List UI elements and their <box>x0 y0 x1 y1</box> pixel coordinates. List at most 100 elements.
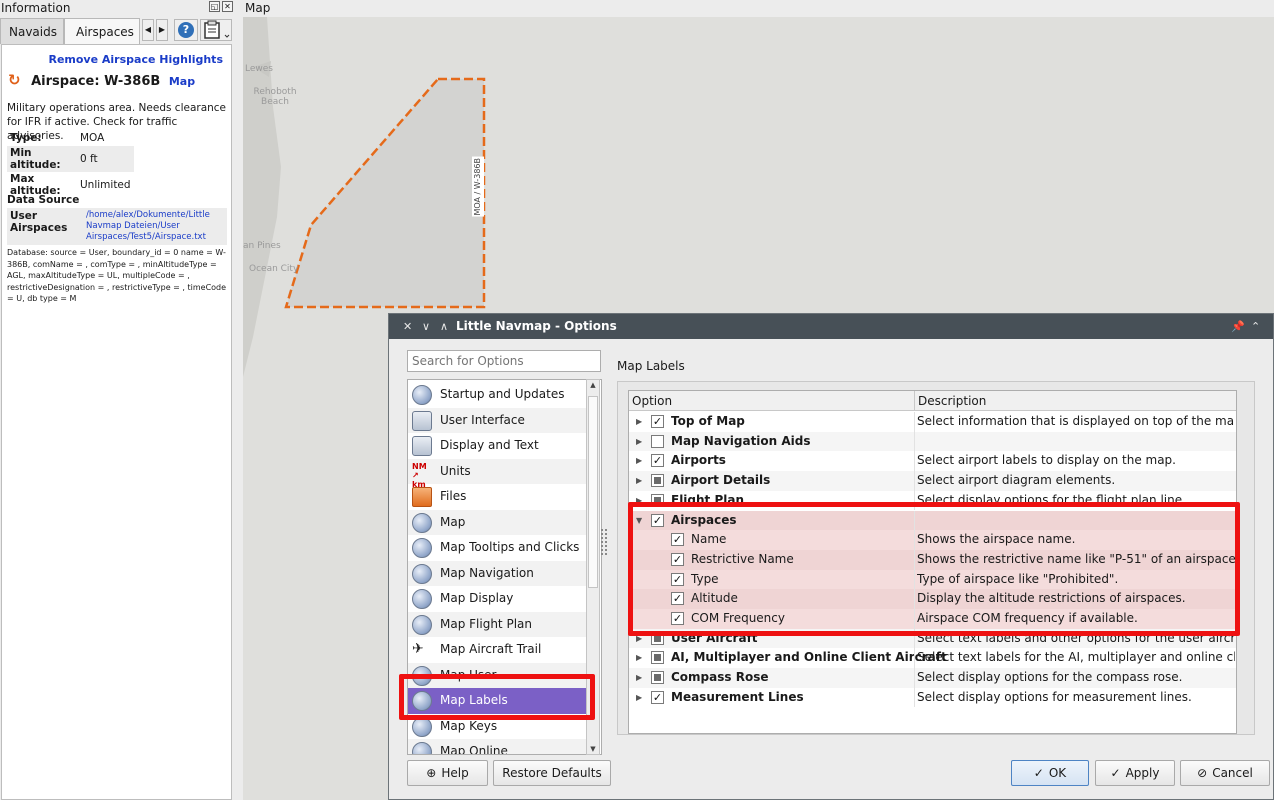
tab-navaids[interactable]: Navaids <box>0 18 64 44</box>
aircraft-trail-icon: ✈ <box>412 641 424 657</box>
column-divider <box>914 668 915 688</box>
nav-item-startup[interactable]: Startup and Updates <box>408 382 586 408</box>
document-icon <box>412 436 432 456</box>
option-checkbox[interactable] <box>651 434 664 448</box>
nav-item-map-navigation[interactable]: Map Navigation <box>408 560 586 586</box>
option-label: Measurement Lines <box>671 689 804 704</box>
column-divider <box>914 431 915 452</box>
nav-item-map[interactable]: Map <box>408 509 586 535</box>
column-divider <box>914 412 915 432</box>
dialog-title: Little Navmap - Options <box>456 319 617 333</box>
map-link[interactable]: Map <box>169 75 195 88</box>
property-value: Unlimited <box>80 179 131 191</box>
option-row[interactable]: ▶ ✓ Airports Select airport labels to displ… <box>629 451 1236 472</box>
option-row[interactable]: ▶ Airport Details Select airport diagram e… <box>629 471 1236 491</box>
option-label: Compass Rose <box>671 670 769 685</box>
folder-icon <box>412 487 432 507</box>
splitter-handle[interactable] <box>601 529 607 555</box>
nav-item-map-flight-plan[interactable]: Map Flight Plan <box>408 611 586 637</box>
nav-item-label: Display and Text <box>440 438 539 452</box>
option-description: Select text labels for the AI, multiplay… <box>917 650 1235 665</box>
column-header-description[interactable]: Description <box>914 391 986 411</box>
globe-route-icon <box>412 614 432 635</box>
nav-item-label: Units <box>440 463 471 478</box>
expand-right-icon[interactable]: ▶ <box>636 471 642 490</box>
option-checkbox[interactable]: ✓ <box>651 690 664 704</box>
option-checkbox[interactable] <box>651 474 664 488</box>
close-icon[interactable]: ✕ <box>403 314 412 339</box>
airspace-info-content: Remove Airspace Highlights ↻ Airspace: W… <box>1 44 232 800</box>
nav-item-label: User Interface <box>440 412 525 427</box>
scroll-up-icon[interactable]: ▲ <box>588 381 598 389</box>
scrollbar-thumb[interactable] <box>588 396 598 588</box>
map-place-label: Ocean City <box>249 264 299 274</box>
option-checkbox[interactable] <box>651 651 664 665</box>
clipboard-icon <box>204 20 230 39</box>
nav-item-label: Map Online <box>440 744 508 755</box>
option-description: Select information that is displayed on … <box>917 414 1235 428</box>
window-icon <box>412 410 432 431</box>
minimize-icon[interactable]: ∨ <box>422 314 430 339</box>
map-place-label: Rehoboth Beach <box>253 87 297 107</box>
option-description: Select display options for the compass r… <box>917 670 1183 685</box>
option-label: AI, Multiplayer and Online Client Aircra… <box>671 650 947 665</box>
remove-airspace-highlights-link[interactable]: Remove Airspace Highlights <box>48 53 223 66</box>
property-key: Type: <box>10 131 42 144</box>
nav-item-display-text[interactable]: Display and Text <box>408 433 586 459</box>
expand-right-icon[interactable]: ▶ <box>636 668 642 687</box>
column-header-option[interactable]: Option <box>629 391 672 411</box>
nav-item-label: Map Navigation <box>440 565 534 580</box>
checkmark-icon: ✓ <box>1033 766 1044 780</box>
help-button-label: Help <box>441 766 469 780</box>
option-row[interactable]: ▶ AI, Multiplayer and Online Client Aircr… <box>629 648 1236 669</box>
maximize-icon[interactable]: ∧ <box>440 314 448 339</box>
search-options-input[interactable] <box>407 350 601 372</box>
nav-item-label: Map Aircraft Trail <box>440 642 542 656</box>
data-source-path-link[interactable]: /home/alex/Dokumente/Little Navmap Datei… <box>83 208 227 245</box>
tab-airspaces[interactable]: Airspaces <box>64 18 140 45</box>
option-row[interactable]: ▶ Compass Rose Select display options for … <box>629 668 1236 688</box>
nav-item-map-aircraft-trail[interactable]: ✈ Map Aircraft Trail <box>408 637 586 663</box>
restore-defaults-button[interactable]: Restore Defaults <box>493 760 611 786</box>
data-source-table: User Airspaces /home/alex/Dokumente/Litt… <box>7 208 227 245</box>
nav-item-user-interface[interactable]: User Interface <box>408 407 586 433</box>
expand-right-icon[interactable]: ▶ <box>636 432 642 451</box>
ok-button[interactable]: ✓ OK <box>1011 760 1089 786</box>
expand-right-icon[interactable]: ▶ <box>636 451 642 470</box>
globe-pencil-icon <box>412 589 432 609</box>
help-button[interactable]: ? <box>174 19 198 41</box>
nav-item-map-display[interactable]: Map Display <box>408 586 586 612</box>
shade-icon[interactable]: ⌃ <box>1251 314 1260 339</box>
option-row[interactable]: ▶ ✓ Top of Map Select information that is d… <box>629 412 1236 432</box>
highlight-box-map-labels <box>399 674 595 720</box>
map-place-label: an Pines <box>243 241 281 251</box>
nav-item-units[interactable]: NM ↗ km Units <box>408 458 586 489</box>
property-value: MOA <box>80 131 105 144</box>
pin-icon[interactable]: 📌 <box>1231 314 1245 339</box>
option-checkbox[interactable]: ✓ <box>651 454 664 468</box>
cancel-button[interactable]: ⊘ Cancel <box>1180 760 1270 786</box>
option-row[interactable]: ▶ Map Navigation Aids <box>629 431 1236 452</box>
help-button[interactable]: ⊕ Help <box>407 760 488 786</box>
nav-item-map-tooltips[interactable]: Map Tooltips and Clicks <box>408 535 586 561</box>
option-checkbox[interactable] <box>651 671 664 685</box>
close-panel-button[interactable]: ✕ <box>222 1 233 12</box>
scroll-down-icon[interactable]: ▼ <box>588 745 598 753</box>
cancel-button-label: Cancel <box>1212 766 1253 780</box>
expand-right-icon[interactable]: ▶ <box>636 688 642 707</box>
float-panel-button[interactable]: ◱ <box>209 1 220 12</box>
option-checkbox[interactable]: ✓ <box>651 415 664 428</box>
nav-item-files[interactable]: Files <box>408 484 586 510</box>
nav-item-map-online[interactable]: Map Online <box>408 739 586 755</box>
expand-right-icon[interactable]: ▶ <box>636 648 642 667</box>
tab-scroll-right-icon[interactable]: ▶ <box>156 19 168 41</box>
airspace-boundary[interactable] <box>284 77 486 309</box>
copy-menu-button[interactable] <box>200 19 232 41</box>
apply-button[interactable]: ✓ Apply <box>1095 760 1175 786</box>
nav-item-label: Map Flight Plan <box>440 616 532 631</box>
expand-right-icon[interactable]: ▶ <box>636 412 642 431</box>
tab-scroll-left-icon[interactable]: ◀ <box>142 19 154 41</box>
units-icon: NM ↗ km <box>412 461 427 489</box>
dialog-titlebar[interactable]: ✕ ∨ ∧ Little Navmap - Options 📌 ⌃ <box>389 314 1273 339</box>
option-row[interactable]: ▶ ✓ Measurement Lines Select display option… <box>629 687 1236 708</box>
